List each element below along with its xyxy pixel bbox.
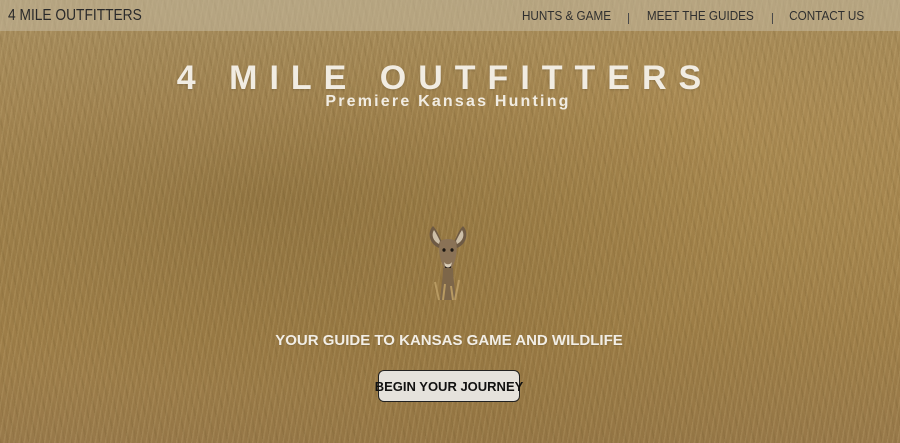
hero-background: 4 MILE OUTFITTERS HUNTS & GAME MEET THE … xyxy=(0,0,900,443)
top-navbar: 4 MILE OUTFITTERS HUNTS & GAME MEET THE … xyxy=(0,0,900,31)
nav-link-contact-us[interactable]: CONTACT US xyxy=(789,8,864,23)
nav-divider xyxy=(627,13,629,24)
hero-tagline: YOUR GUIDE TO KANSAS GAME AND WILDLIFE xyxy=(275,332,623,349)
hero-title: 4 MILE OUTFITTERS xyxy=(176,58,714,97)
main-nav: HUNTS & GAME MEET THE GUIDES CONTACT US xyxy=(517,7,868,24)
nav-divider xyxy=(771,13,773,24)
nav-link-hunts-game[interactable]: HUNTS & GAME xyxy=(522,8,611,23)
hero-subtitle: Premiere Kansas Hunting xyxy=(325,93,571,110)
nav-link-meet-the-guides[interactable]: MEET THE GUIDES xyxy=(647,8,754,23)
deer-image xyxy=(429,226,467,300)
site-logo-link[interactable]: 4 MILE OUTFITTERS xyxy=(8,7,142,25)
begin-journey-button[interactable]: BEGIN YOUR JOURNEY xyxy=(375,370,523,402)
